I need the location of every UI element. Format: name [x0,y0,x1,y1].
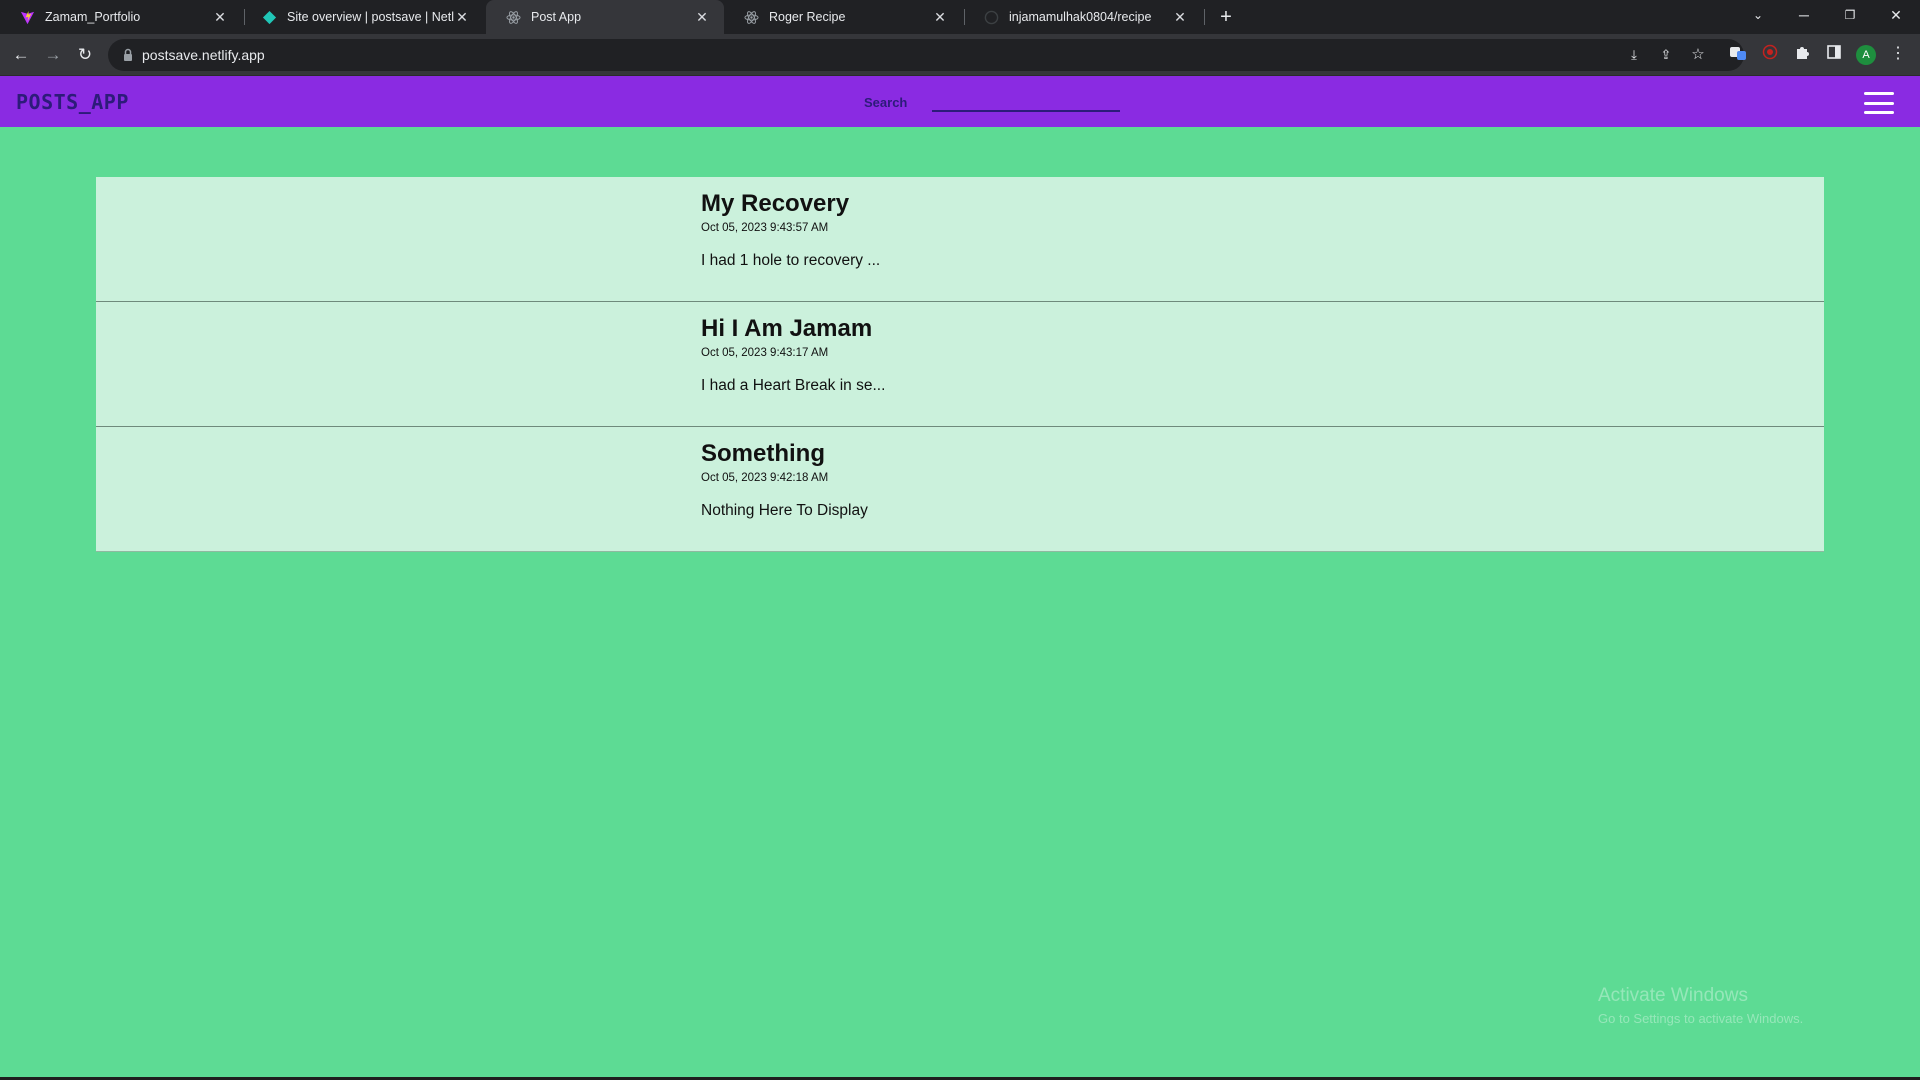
hamburger-bar [1864,92,1894,95]
bookmark-star-icon[interactable]: ☆ [1688,45,1708,65]
brand-logo[interactable]: POSTS_APP [16,90,129,114]
translate-extension-icon[interactable] [1728,44,1748,64]
post-date: Oct 05, 2023 9:43:17 AM [701,347,829,359]
tab-search-chevron-icon[interactable]: ⌄ [1735,0,1781,30]
install-app-icon[interactable]: ⤓ [1624,45,1644,65]
browser-toolbar: ← → ↻ postsave.netlify.app ⤓ ⇪ ☆ A ⋮ [0,34,1920,76]
post-date: Oct 05, 2023 9:43:57 AM [701,222,829,234]
record-extension-icon[interactable] [1760,44,1780,64]
watermark-title: Activate Windows [1598,985,1748,1006]
post-title: My Recovery [701,190,850,217]
browser-tab[interactable]: Site overview | postsave | Netlify ✕ [242,0,484,34]
post-card[interactable]: Something Oct 05, 2023 9:42:18 AM Nothin… [96,427,1824,552]
browser-tab[interactable]: Roger Recipe ✕ [724,0,962,34]
minimize-icon[interactable]: ─ [1781,0,1827,30]
browser-tab-active[interactable]: Post App ✕ [486,0,724,34]
app-header: POSTS_APP Search [0,76,1920,127]
tab-close-icon[interactable]: ✕ [932,9,948,25]
profile-avatar[interactable]: A [1856,45,1876,65]
forward-arrow-icon[interactable]: → [40,42,66,68]
search-input[interactable] [932,88,1120,112]
post-title: Hi I Am Jamam [701,315,873,342]
lock-icon [120,47,136,63]
url-text: postsave.netlify.app [142,47,265,63]
hamburger-bar [1864,101,1894,105]
tab-title: Roger Recipe [769,10,846,24]
tab-title: Site overview | postsave | Netlify [287,10,454,24]
side-panel-icon[interactable] [1824,44,1844,64]
react-icon [506,10,521,25]
reload-icon[interactable]: ↻ [72,42,98,68]
tab-separator [1204,9,1205,25]
post-date: Oct 05, 2023 9:42:18 AM [701,472,829,484]
back-arrow-icon[interactable]: ← [8,42,34,68]
post-excerpt: I had 1 hole to recovery ... [701,252,881,269]
watermark-subtitle: Go to Settings to activate Windows. [1598,1011,1804,1026]
tab-close-icon[interactable]: ✕ [212,9,228,25]
activate-windows-watermark: Activate Windows Go to Settings to activ… [1598,985,1803,1026]
tab-close-icon[interactable]: ✕ [694,9,710,25]
share-icon[interactable]: ⇪ [1656,45,1676,65]
address-bar[interactable]: postsave.netlify.app ⤓ ⇪ ☆ [108,39,1744,71]
extensions-puzzle-icon[interactable] [1792,44,1812,64]
restore-icon[interactable]: ❐ [1827,0,1873,30]
post-excerpt: I had a Heart Break in se... [701,377,886,394]
browser-tab[interactable]: injamamulhak0804/recipe ✕ [964,0,1202,34]
react-icon [744,10,759,25]
tab-close-icon[interactable]: ✕ [1172,9,1188,25]
vite-icon [20,10,35,25]
tab-title: Post App [531,10,582,24]
post-title: Something [701,440,825,467]
post-excerpt: Nothing Here To Display [701,502,868,519]
netlify-icon [262,10,277,25]
search-label: Search [864,95,908,110]
hamburger-bar [1864,111,1894,114]
window-close-icon[interactable]: ✕ [1873,0,1919,30]
new-tab-plus-icon[interactable]: + [1214,5,1238,29]
tab-close-icon[interactable]: ✕ [454,9,470,25]
posts-list: My Recovery Oct 05, 2023 9:43:57 AM I ha… [96,177,1824,552]
post-card[interactable]: My Recovery Oct 05, 2023 9:43:57 AM I ha… [96,177,1824,302]
browser-tab[interactable]: Zamam_Portfolio ✕ [0,0,242,34]
tab-title: Zamam_Portfolio [45,10,141,24]
tab-title: injamamulhak0804/recipe [1009,10,1152,24]
browser-tab-bar: Zamam_Portfolio ✕ Site overview | postsa… [0,0,1920,34]
hamburger-menu-icon[interactable] [1864,92,1894,114]
github-icon [984,10,999,25]
post-card[interactable]: Hi I Am Jamam Oct 05, 2023 9:43:17 AM I … [96,302,1824,427]
browser-menu-kebab-icon[interactable]: ⋮ [1888,44,1908,64]
